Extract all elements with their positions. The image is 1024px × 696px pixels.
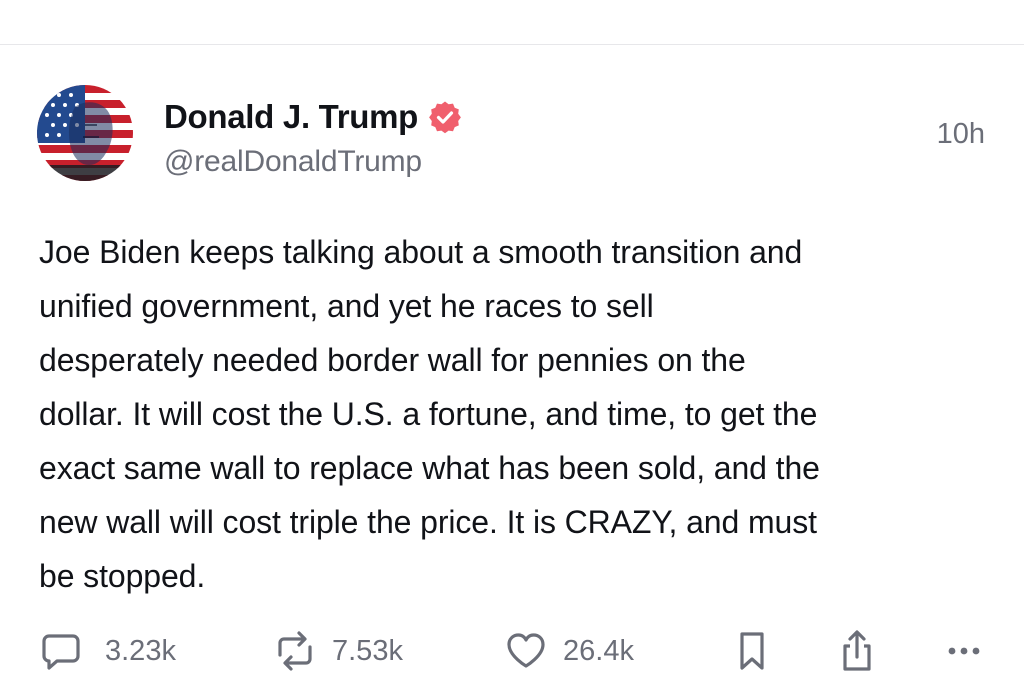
post-card[interactable]: Donald J. Trump @realDonaldTrump 10h Joe… — [0, 45, 1024, 696]
display-name[interactable]: Donald J. Trump — [164, 98, 418, 136]
avatar-image — [37, 85, 133, 181]
repost-count: 7.53k — [332, 634, 403, 667]
verified-badge-icon — [428, 100, 462, 134]
reply-button[interactable]: 3.23k — [39, 625, 176, 677]
share-icon — [837, 628, 877, 674]
bookmark-button[interactable] — [737, 625, 767, 677]
post-body: Joe Biden keeps talking about a smooth t… — [39, 234, 820, 594]
user-handle[interactable]: @realDonaldTrump — [164, 145, 422, 179]
like-count: 26.4k — [563, 634, 634, 667]
more-options-button[interactable] — [944, 625, 984, 677]
action-bar: 3.23k 7.53k 26.4k — [0, 625, 1024, 677]
author-row[interactable]: Donald J. Trump — [164, 97, 462, 137]
heart-icon — [505, 629, 547, 673]
post-timestamp[interactable]: 10h — [937, 118, 985, 151]
repost-icon — [272, 629, 318, 673]
reply-count: 3.23k — [105, 634, 176, 667]
repost-button[interactable]: 7.53k — [272, 625, 403, 677]
more-icon — [944, 629, 984, 673]
like-button[interactable]: 26.4k — [505, 625, 634, 677]
share-button[interactable] — [837, 625, 877, 677]
comment-icon — [39, 629, 83, 673]
bookmark-icon — [737, 629, 767, 673]
avatar[interactable] — [37, 85, 133, 181]
